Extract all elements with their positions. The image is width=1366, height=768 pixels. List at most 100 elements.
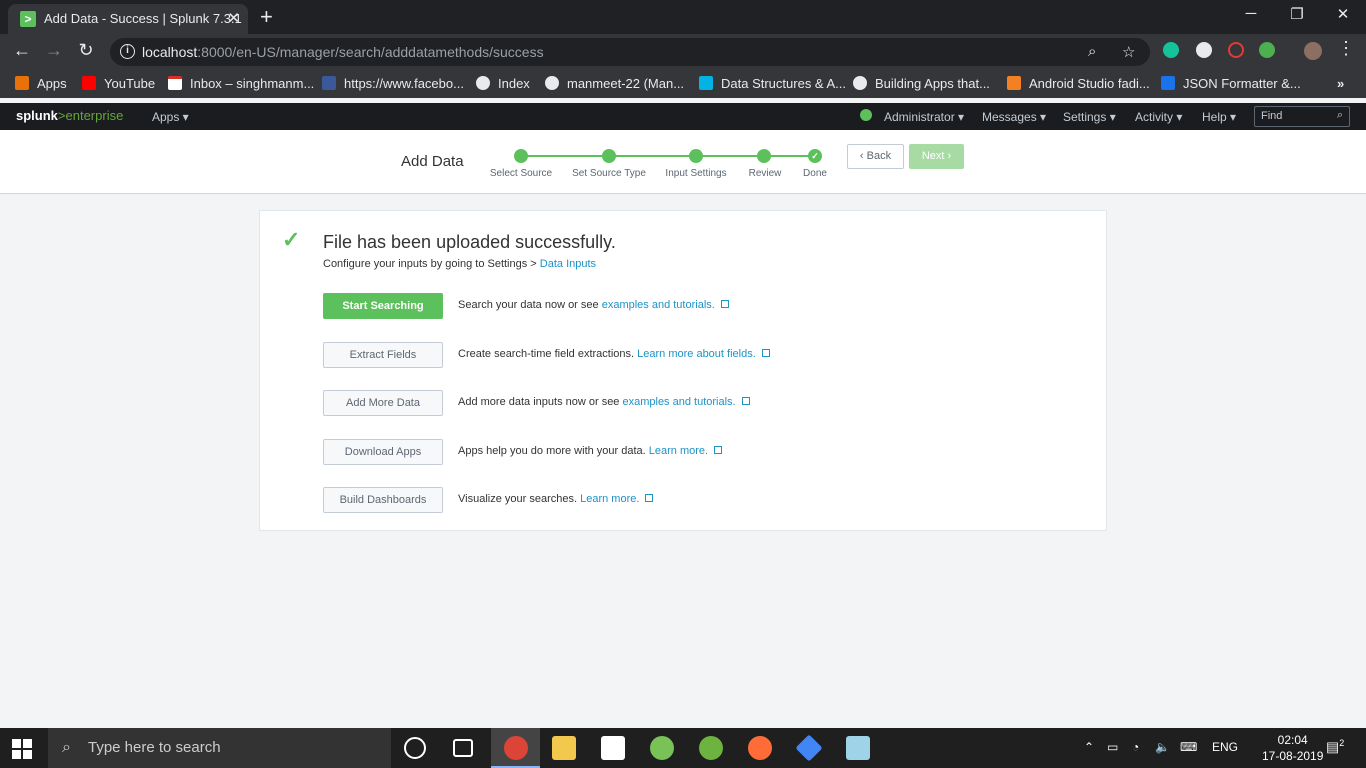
bookmark-json-formatter[interactable]: JSON Formatter &... <box>1161 76 1301 91</box>
next-button[interactable]: Next › <box>909 144 964 169</box>
windows-start-icon[interactable] <box>12 739 32 759</box>
bookmark-index[interactable]: Index <box>476 76 530 91</box>
step-label: Done <box>803 168 827 179</box>
success-title: File has been uploaded successfully. <box>323 232 616 252</box>
add-more-data-button[interactable]: Add More Data <box>323 390 443 416</box>
compass-icon <box>853 76 867 90</box>
chrome-icon <box>504 736 528 760</box>
window-close-icon[interactable]: ✕ <box>1331 5 1355 23</box>
reload-icon[interactable]: ↻ <box>74 40 98 61</box>
external-link-icon <box>720 300 729 308</box>
bookmark-star-icon[interactable]: ☆ <box>1122 43 1135 61</box>
extract-fields-button[interactable]: Extract Fields <box>323 342 443 368</box>
bookmark-data-structures[interactable]: Data Structures & A... <box>699 76 846 91</box>
bookmark-youtube[interactable]: YouTube <box>82 76 155 91</box>
bookmark-building-apps[interactable]: Building Apps that... <box>853 76 990 91</box>
language-indicator[interactable]: ENG <box>1212 740 1238 754</box>
success-check-icon: ✓ <box>282 227 301 252</box>
add-more-data-description: Add more data inputs now or see examples… <box>458 396 750 408</box>
zoom-icon[interactable]: ⌕ <box>1088 43 1096 60</box>
find-input[interactable]: Find ⌕ <box>1254 106 1350 127</box>
splunk-logo[interactable]: splunk>enterprise <box>16 108 123 123</box>
url-host: localhost <box>142 44 198 60</box>
search-icon: ⌕ <box>1336 109 1343 121</box>
close-tab-icon[interactable]: ✕ <box>227 4 240 34</box>
grammarly-extension-icon[interactable] <box>1163 42 1179 58</box>
postman-icon[interactable] <box>748 736 772 760</box>
checkbox-icon <box>1161 76 1175 90</box>
back-button[interactable]: ‹ Back <box>847 144 904 169</box>
more-bookmarks-icon[interactable]: » <box>1337 76 1344 91</box>
external-link-icon <box>645 494 654 502</box>
learn-more-link[interactable]: Learn more. <box>580 493 639 505</box>
build-dashboards-button[interactable]: Build Dashboards <box>323 487 443 513</box>
success-subtitle: Configure your inputs by going to Settin… <box>323 258 597 270</box>
globe-icon <box>476 76 490 90</box>
step-label: Set Source Type <box>572 168 646 179</box>
menu-kebab-icon[interactable]: ⋮ <box>1334 38 1358 59</box>
youtube-icon <box>82 76 96 90</box>
forward-arrow-icon[interactable]: → <box>42 40 66 61</box>
bookmark-android-studio[interactable]: Android Studio fadi... <box>1007 76 1150 91</box>
bookmark-apps[interactable]: Apps <box>15 76 67 91</box>
url-path: :8000/en-US/manager/search/adddatamethod… <box>197 44 544 60</box>
block-extension-icon[interactable] <box>1228 42 1244 58</box>
restore-icon[interactable]: ❐ <box>1285 5 1309 23</box>
wifi-icon[interactable]: ◔ <box>1132 740 1139 754</box>
taskbar-clock[interactable]: 02:04 17-08-2019 <box>1262 732 1323 764</box>
minimize-icon[interactable]: ─ <box>1239 5 1263 22</box>
task-view-icon[interactable] <box>453 739 473 757</box>
chrome-taskbar-button[interactable] <box>491 728 540 768</box>
bookmark-facebook[interactable]: https://www.facebo... <box>322 76 464 91</box>
mail-icon[interactable] <box>601 736 625 760</box>
success-panel: ✓ File has been uploaded successfully. C… <box>259 210 1107 531</box>
extension-icon[interactable] <box>1259 42 1275 58</box>
show-hidden-icons-icon[interactable]: ⌃ <box>1084 740 1094 754</box>
site-info-icon[interactable]: i <box>120 44 135 59</box>
step-label: Input Settings <box>665 168 727 179</box>
apps-grid-icon <box>15 76 29 90</box>
address-bar[interactable]: i localhost:8000/en-US/manager/search/ad… <box>110 38 1150 66</box>
volume-icon[interactable]: 🔈 <box>1155 740 1170 754</box>
sourcetree-icon[interactable] <box>795 734 823 762</box>
back-arrow-icon[interactable]: ← <box>10 40 34 61</box>
learn-more-fields-link[interactable]: Learn more about fields. <box>637 348 756 360</box>
administrator-menu[interactable]: Administrator ▾ <box>884 110 964 124</box>
new-tab-button[interactable]: + <box>260 4 273 30</box>
examples-tutorials-link[interactable]: examples and tutorials. <box>602 299 715 311</box>
notifications-icon[interactable]: ▤2 <box>1326 738 1344 756</box>
help-menu[interactable]: Help ▾ <box>1202 110 1236 124</box>
step-done-check-icon: ✓ <box>808 149 822 163</box>
data-inputs-link[interactable]: Data Inputs <box>540 258 596 270</box>
start-searching-button[interactable]: Start Searching <box>323 293 443 319</box>
bookmark-github[interactable]: manmeet-22 (Man... <box>545 76 684 91</box>
battery-icon[interactable]: ▭ <box>1107 740 1118 754</box>
activity-menu[interactable]: Activity ▾ <box>1135 110 1182 124</box>
download-apps-button[interactable]: Download Apps <box>323 439 443 465</box>
taskbar-search-input[interactable]: ⌕ Type here to search <box>48 728 391 768</box>
browser-tab[interactable]: > Add Data - Success | Splunk 7.3.1 ✕ <box>8 4 248 34</box>
external-link-icon <box>761 349 770 357</box>
profile-avatar[interactable] <box>1304 42 1322 60</box>
tab-title: Add Data - Success | Splunk 7.3.1 <box>44 11 242 26</box>
start-searching-description: Search your data now or see examples and… <box>458 299 729 311</box>
learn-more-link[interactable]: Learn more. <box>649 445 708 457</box>
health-status-icon[interactable] <box>860 109 872 121</box>
apps-menu[interactable]: Apps ▾ <box>152 110 189 124</box>
browser-titlebar: > Add Data - Success | Splunk 7.3.1 ✕ + … <box>0 0 1366 34</box>
windows-taskbar: ⌕ Type here to search ⌃ ▭ ◔ 🔈 ⌨ ENG 02:04… <box>0 728 1366 768</box>
github-icon <box>545 76 559 90</box>
extension-icon[interactable] <box>1196 42 1212 58</box>
messages-menu[interactable]: Messages ▾ <box>982 110 1046 124</box>
file-explorer-icon[interactable] <box>552 736 576 760</box>
keyboard-icon[interactable]: ⌨ <box>1180 740 1197 754</box>
examples-tutorials-link[interactable]: examples and tutorials. <box>622 396 735 408</box>
notepad-icon[interactable] <box>846 736 870 760</box>
stackoverflow-icon <box>1007 76 1021 90</box>
spring-tool-icon[interactable] <box>699 736 723 760</box>
bookmark-inbox[interactable]: Inbox – singhmanm... <box>168 76 314 91</box>
add-data-wizard: Add Data ✓ Select Source Set Source Type… <box>0 130 1366 194</box>
android-studio-icon[interactable] <box>650 736 674 760</box>
cortana-icon[interactable] <box>404 737 426 759</box>
settings-menu[interactable]: Settings ▾ <box>1063 110 1116 124</box>
